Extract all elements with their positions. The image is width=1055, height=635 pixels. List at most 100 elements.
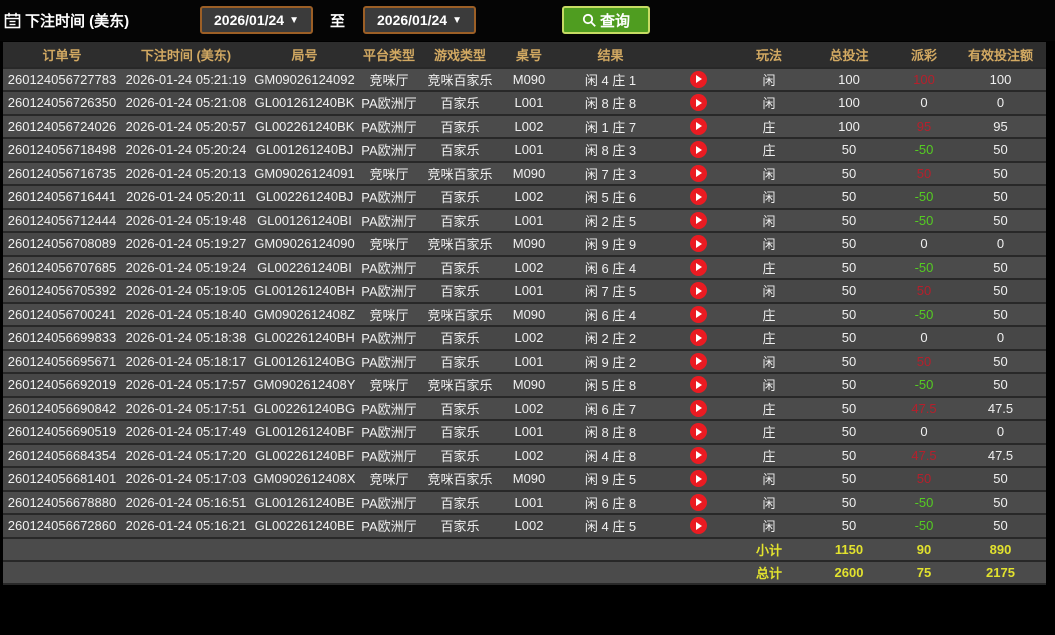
round-id-cell: GL001261240BG [251, 350, 358, 374]
game-type-cell: 竞咪百家乐 [420, 373, 500, 397]
replay-button[interactable] [690, 71, 707, 88]
bet-time-cell: 2026-01-24 05:20:24 [121, 138, 251, 162]
replay-cell [663, 209, 733, 233]
replay-button[interactable] [690, 329, 707, 346]
play-method-cell: 庄 [733, 138, 805, 162]
replay-button[interactable] [690, 447, 707, 464]
round-id-cell: GM0902612408Z [251, 303, 358, 327]
platform-cell: PA欧洲厅 [358, 279, 420, 303]
bet-time-cell: 2026-01-24 05:20:57 [121, 115, 251, 139]
header-table-no: 桌号 [500, 42, 558, 68]
game-type-cell: 竞咪百家乐 [420, 232, 500, 256]
total-bet-cell: 50 [805, 467, 893, 491]
valid-bet-cell: 50 [955, 303, 1046, 327]
play-icon [696, 334, 702, 342]
replay-button[interactable] [690, 353, 707, 370]
play-method-cell: 闲 [733, 467, 805, 491]
header-game-type: 游戏类型 [420, 42, 500, 68]
result-cell: 闲 2 庄 5 [558, 209, 663, 233]
order-id-cell: 260124056718498 [3, 138, 121, 162]
play-icon [696, 451, 702, 459]
replay-button[interactable] [690, 470, 707, 487]
play-icon [696, 240, 702, 248]
table-row: 260124056726350 2026-01-24 05:21:08 GL00… [3, 91, 1046, 115]
table-no-cell: L001 [500, 91, 558, 115]
table-no-cell: M090 [500, 162, 558, 186]
bet-time-cell: 2026-01-24 05:18:17 [121, 350, 251, 374]
table-no-cell: L002 [500, 326, 558, 350]
table-no-cell: L002 [500, 256, 558, 280]
replay-cell [663, 115, 733, 139]
play-icon [696, 193, 702, 201]
result-cell: 闲 9 庄 2 [558, 350, 663, 374]
replay-button[interactable] [690, 282, 707, 299]
replay-button[interactable] [690, 517, 707, 534]
table-row: 260124056695671 2026-01-24 05:18:17 GL00… [3, 350, 1046, 374]
header-platform: 平台类型 [358, 42, 420, 68]
replay-button[interactable] [690, 259, 707, 276]
table-no-cell: L002 [500, 444, 558, 468]
replay-button[interactable] [690, 188, 707, 205]
subtotal-total-bet: 1150 [805, 538, 893, 561]
valid-bet-cell: 50 [955, 491, 1046, 515]
valid-bet-cell: 50 [955, 256, 1046, 280]
result-cell: 闲 7 庄 5 [558, 279, 663, 303]
total-bet-cell: 50 [805, 185, 893, 209]
bet-time-filter-text: 下注时间 (美东) [25, 10, 129, 31]
order-id-cell: 260124056684354 [3, 444, 121, 468]
platform-cell: 竞咪厅 [358, 373, 420, 397]
replay-cell [663, 514, 733, 538]
order-id-cell: 260124056724026 [3, 115, 121, 139]
date-to-select[interactable]: 2026/01/24 ▼ [363, 6, 476, 34]
valid-bet-cell: 0 [955, 91, 1046, 115]
replay-cell [663, 303, 733, 327]
replay-cell [663, 162, 733, 186]
replay-button[interactable] [690, 212, 707, 229]
replay-cell [663, 444, 733, 468]
game-type-cell: 百家乐 [420, 138, 500, 162]
table-no-cell: M090 [500, 467, 558, 491]
replay-button[interactable] [690, 494, 707, 511]
table-no-cell: L001 [500, 279, 558, 303]
total-row: 总计 2600 75 2175 [3, 561, 1046, 584]
play-method-cell: 庄 [733, 115, 805, 139]
replay-button[interactable] [690, 376, 707, 393]
payout-cell: 0 [893, 420, 955, 444]
play-method-cell: 闲 [733, 68, 805, 92]
replay-button[interactable] [690, 165, 707, 182]
table-row: 260124056672860 2026-01-24 05:16:21 GL00… [3, 514, 1046, 538]
date-from-select[interactable]: 2026/01/24 ▼ [200, 6, 313, 34]
replay-button[interactable] [690, 94, 707, 111]
payout-cell: 50 [893, 279, 955, 303]
play-method-cell: 庄 [733, 444, 805, 468]
replay-button[interactable] [690, 400, 707, 417]
bet-time-cell: 2026-01-24 05:21:19 [121, 68, 251, 92]
table-row: 260124056724026 2026-01-24 05:20:57 GL00… [3, 115, 1046, 139]
game-type-cell: 竞咪百家乐 [420, 162, 500, 186]
round-id-cell: GL001261240BJ [251, 138, 358, 162]
order-id-cell: 260124056681401 [3, 467, 121, 491]
round-id-cell: GL002261240BG [251, 397, 358, 421]
table-row: 260124056684354 2026-01-24 05:17:20 GL00… [3, 444, 1046, 468]
total-bet-cell: 50 [805, 444, 893, 468]
platform-cell: 竞咪厅 [358, 467, 420, 491]
order-id-cell: 260124056727783 [3, 68, 121, 92]
date-range-to-label: 至 [330, 10, 345, 31]
play-method-cell: 庄 [733, 326, 805, 350]
round-id-cell: GL001261240BF [251, 420, 358, 444]
table-row: 260124056705392 2026-01-24 05:19:05 GL00… [3, 279, 1046, 303]
header-total-bet: 总投注 [805, 42, 893, 68]
platform-cell: PA欧洲厅 [358, 420, 420, 444]
replay-cell [663, 397, 733, 421]
table-no-cell: L001 [500, 491, 558, 515]
replay-button[interactable] [690, 235, 707, 252]
replay-button[interactable] [690, 118, 707, 135]
payout-cell: -50 [893, 209, 955, 233]
replay-button[interactable] [690, 423, 707, 440]
query-button[interactable]: 查询 [562, 6, 650, 34]
game-type-cell: 百家乐 [420, 185, 500, 209]
replay-button[interactable] [690, 306, 707, 323]
valid-bet-cell: 50 [955, 514, 1046, 538]
replay-button[interactable] [690, 141, 707, 158]
bet-time-cell: 2026-01-24 05:17:20 [121, 444, 251, 468]
